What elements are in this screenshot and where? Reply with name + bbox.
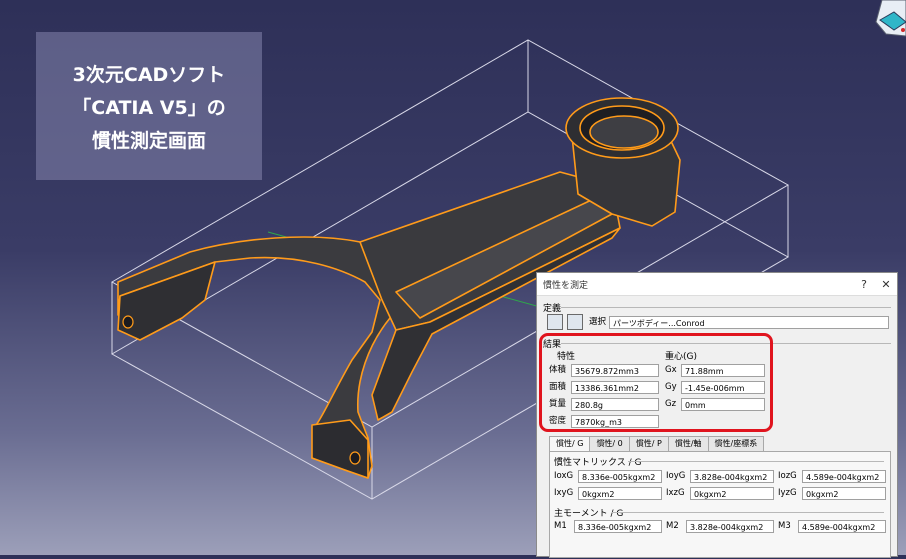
ixyg-label: IxyG <box>554 488 574 498</box>
m3-field[interactable]: 4.589e-004kgxm2 <box>798 520 886 533</box>
ixzg-label: IxzG <box>666 488 685 498</box>
dialog-titlebar[interactable]: 慣性を測定 ? ✕ <box>537 273 897 296</box>
m2-label: M2 <box>666 521 679 531</box>
iyzg-field[interactable]: 0kgxm2 <box>802 487 886 500</box>
definition-divider <box>561 307 891 308</box>
ixzg-field[interactable]: 0kgxm2 <box>690 487 774 500</box>
caption-line-1: 3次元CADソフト <box>72 64 226 86</box>
measure-item-icon[interactable] <box>547 314 563 330</box>
ixyg-field[interactable]: 0kgxm2 <box>578 487 662 500</box>
m1-label: M1 <box>554 521 567 531</box>
tab-inertia-axis[interactable]: 慣性/軸 <box>667 436 709 451</box>
iozg-field[interactable]: 4.589e-004kgxm2 <box>802 470 886 483</box>
dialog-title: 慣性を測定 <box>543 280 589 291</box>
principal-divider <box>612 512 884 513</box>
tab-inertia-p[interactable]: 慣性/ P <box>628 436 669 451</box>
iozg-label: IozG <box>778 471 797 481</box>
inertia-g-panel: 慣性マトリックス / G IoxG 8.336e-005kgxm2 IoyG 3… <box>549 451 891 558</box>
m2-field[interactable]: 3.828e-004kgxm2 <box>686 520 774 533</box>
compass-icon[interactable] <box>872 0 906 40</box>
definition-label: 定義 <box>543 304 562 314</box>
m1-field[interactable]: 8.336e-005kgxm2 <box>574 520 662 533</box>
caption-line-3: 慣性測定画面 <box>91 130 206 152</box>
tab-inertia-o[interactable]: 慣性/ 0 <box>589 436 630 451</box>
inertia-tabs: 慣性/ G 慣性/ 0 慣性/ P 慣性/軸 慣性/座標系 <box>549 436 765 452</box>
tab-inertia-g[interactable]: 慣性/ G <box>549 436 591 452</box>
close-button[interactable]: ✕ <box>875 278 897 291</box>
selection-field[interactable]: パーツボディー...Conrod <box>609 316 889 329</box>
ioxg-label: IoxG <box>554 471 574 481</box>
matrix-divider <box>628 461 884 462</box>
caption-box: 3次元CADソフト 「CATIA V5」の 慣性測定画面 <box>36 32 262 180</box>
tab-inertia-axis-system[interactable]: 慣性/座標系 <box>707 436 765 451</box>
results-highlight-frame <box>539 333 773 432</box>
ioxg-field[interactable]: 8.336e-005kgxm2 <box>578 470 662 483</box>
iyzg-label: IyzG <box>778 488 797 498</box>
ioyg-label: IoyG <box>666 471 686 481</box>
ioyg-field[interactable]: 3.828e-004kgxm2 <box>690 470 774 483</box>
m3-label: M3 <box>778 521 791 531</box>
caption-line-2: 「CATIA V5」の <box>72 97 226 119</box>
help-button[interactable]: ? <box>853 278 875 291</box>
measure-inertia-icon[interactable] <box>567 314 583 330</box>
